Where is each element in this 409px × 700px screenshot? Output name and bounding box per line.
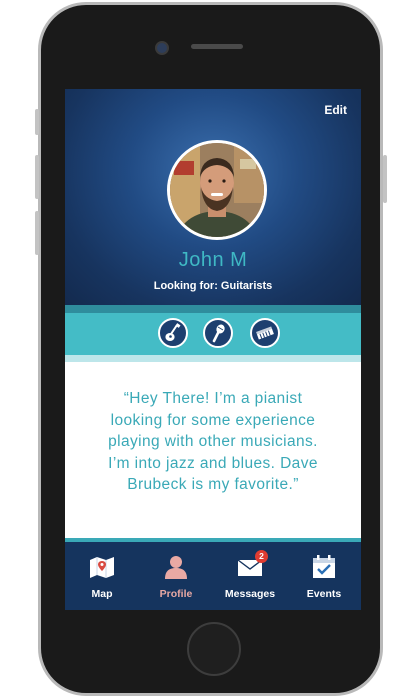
avatar (167, 140, 267, 240)
profile-name: John M (178, 249, 248, 271)
bio-line: looking for some experience (110, 411, 316, 429)
home-button[interactable] (187, 622, 241, 676)
tab-messages[interactable]: 2 Messages (213, 542, 287, 610)
bio-quote: “Hey There! I’m a pianist looking for so… (73, 388, 353, 496)
bio-line: Brubeck is my favorite.” (127, 476, 299, 493)
tab-label: Messages (224, 588, 276, 600)
volume-down-button (35, 211, 39, 255)
guitar-icon[interactable] (158, 318, 188, 348)
power-button (383, 155, 387, 203)
bio-line: I’m into jazz and blues. Dave (108, 454, 318, 472)
unread-badge: 2 (255, 550, 268, 563)
tab-profile[interactable]: Profile (139, 542, 213, 610)
tab-bar: Map Profile 2 Messages Events (65, 542, 361, 610)
tab-label: Profile (159, 588, 193, 600)
front-camera (155, 41, 169, 55)
keyboard-icon[interactable] (250, 318, 280, 348)
bio-line: playing with other musicians. (108, 433, 318, 450)
bio-line: “Hey There! I’m a pianist (123, 390, 303, 407)
instrument-band (65, 313, 361, 355)
app-screen: Edit John M Looking for: Guitarists “Hey… (65, 89, 361, 610)
tab-events[interactable]: Events (287, 542, 361, 610)
profile-header: Edit John M Looking for: Guitarists (65, 89, 361, 305)
calendar-check-icon (313, 555, 335, 578)
silent-switch (35, 109, 39, 135)
edit-button[interactable]: Edit (324, 103, 347, 117)
divider-stripe (65, 305, 361, 313)
tab-label: Events (306, 588, 342, 600)
volume-up-button (35, 155, 39, 199)
profile-icon (165, 556, 187, 579)
divider-stripe-light (65, 355, 361, 362)
map-icon (90, 557, 114, 578)
bio-section: “Hey There! I’m a pianist looking for so… (65, 362, 361, 538)
microphone-icon[interactable] (203, 318, 233, 348)
earpiece-speaker (191, 44, 243, 49)
tab-map[interactable]: Map (65, 542, 139, 610)
looking-for-text: Looking for: Guitarists (153, 280, 273, 292)
phone-frame: Edit John M Looking for: Guitarists “Hey… (35, 2, 387, 696)
tab-label: Map (91, 588, 113, 600)
avatar-photo (170, 143, 264, 237)
